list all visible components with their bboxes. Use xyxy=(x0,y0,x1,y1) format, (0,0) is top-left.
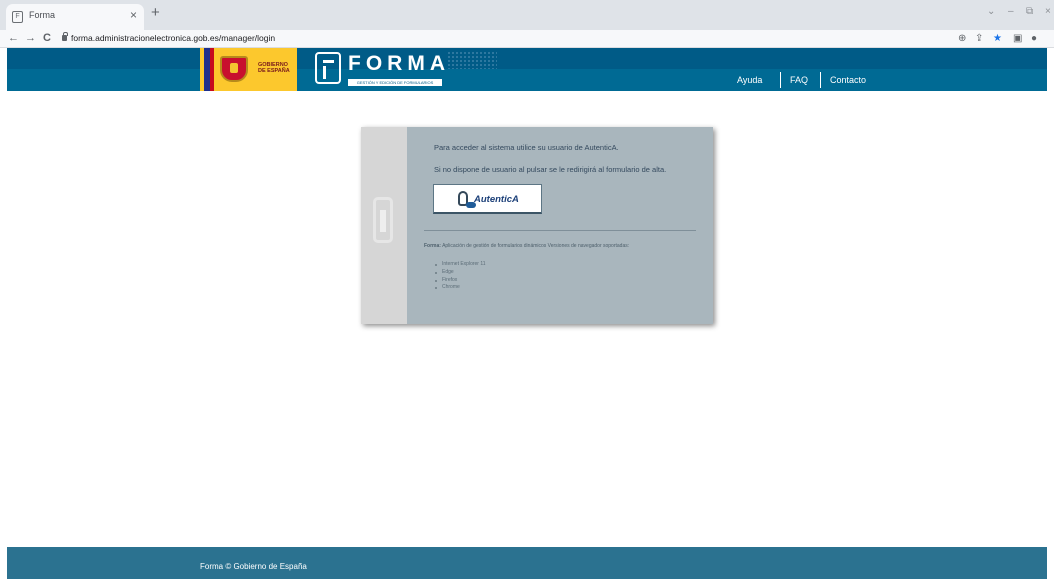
app-info-name: Forma: xyxy=(424,243,441,249)
forma-logo-text: FORMA xyxy=(348,52,450,75)
sidebar-icon[interactable]: ▣ xyxy=(1013,32,1022,45)
address-bar[interactable]: forma.administracionelectronica.gob.es/m… xyxy=(71,33,275,43)
autentica-button-label: AutenticA xyxy=(474,194,519,205)
coat-of-arms-icon xyxy=(220,56,248,82)
spain-flag-icon xyxy=(204,48,214,91)
browser-toolbar: ← → C forma.administracionelectronica.go… xyxy=(0,30,1054,48)
list-item: Chrome xyxy=(435,284,486,292)
close-window-icon[interactable]: × xyxy=(1045,6,1051,17)
gobierno-logo-text: GOBIERNO DE ESPAÑA xyxy=(258,62,290,74)
close-tab-icon[interactable]: × xyxy=(130,8,137,22)
app-info-text: Aplicación de gestión de formularios din… xyxy=(440,243,630,249)
tab-title: Forma xyxy=(29,10,56,20)
star-icon[interactable]: ★ xyxy=(993,32,1002,45)
page: F Forma × + ⌄ – ⧉ × ← → C forma.administ… xyxy=(0,0,1054,579)
back-icon[interactable]: ← xyxy=(8,32,19,45)
forma-logo[interactable]: FORMA GESTIÓN Y EDICIÓN DE FORMULARIOS xyxy=(315,50,445,88)
login-panel: Para acceder al sistema utilice su usuar… xyxy=(361,127,713,324)
list-item: Firefox xyxy=(435,277,486,285)
gobierno-logo[interactable]: GOBIERNO DE ESPAÑA xyxy=(200,48,297,91)
supported-browsers-list: Internet Explorer 11 Edge Firefox Chrome xyxy=(435,261,486,292)
browser-tab-strip: F Forma × + ⌄ – ⧉ × xyxy=(0,0,1054,30)
autentica-hand-icon xyxy=(458,191,476,208)
nav-faq[interactable]: FAQ xyxy=(790,75,808,85)
share-icon[interactable]: ⇪ xyxy=(975,32,983,45)
watermark-emblem-icon xyxy=(373,197,393,243)
minimize-icon[interactable]: – xyxy=(1008,6,1014,17)
browser-tab[interactable]: F Forma × xyxy=(6,4,144,30)
nav-ayuda[interactable]: Ayuda xyxy=(737,75,762,85)
login-instructions: Para acceder al sistema utilice su usuar… xyxy=(434,143,619,152)
decorative-dots xyxy=(447,51,497,69)
forma-logo-subtitle: GESTIÓN Y EDICIÓN DE FORMULARIOS xyxy=(348,79,442,86)
forma-f-icon xyxy=(315,52,341,84)
lock-icon[interactable] xyxy=(62,32,68,41)
tab-search-icon[interactable]: ⌄ xyxy=(987,6,995,17)
new-tab-icon[interactable]: + xyxy=(151,5,160,21)
page-favicon-icon: F xyxy=(12,11,23,23)
forward-icon[interactable]: → xyxy=(25,32,36,45)
list-item: Internet Explorer 11 xyxy=(435,261,486,269)
header-band xyxy=(7,69,1047,91)
site-footer: Forma © Gobierno de España xyxy=(7,547,1047,579)
reload-icon[interactable]: C xyxy=(43,32,51,45)
zoom-icon[interactable]: ⊕ xyxy=(958,32,966,45)
footer-copyright: Forma © Gobierno de España xyxy=(200,562,307,571)
nav-divider xyxy=(780,72,781,88)
nav-contacto[interactable]: Contacto xyxy=(830,75,866,85)
login-side-panel xyxy=(361,127,407,324)
restore-icon[interactable]: ⧉ xyxy=(1026,6,1033,17)
app-info: Forma: Aplicación de gestión de formular… xyxy=(424,243,629,249)
list-item: Edge xyxy=(435,269,486,277)
nav-divider xyxy=(820,72,821,88)
profile-icon[interactable]: ● xyxy=(1031,32,1037,45)
divider xyxy=(424,230,696,231)
site-header: GOBIERNO DE ESPAÑA FORMA GESTIÓN Y EDICI… xyxy=(7,48,1047,91)
autentica-login-button[interactable]: AutenticA xyxy=(433,184,542,214)
login-redirect-note: Si no dispone de usuario al pulsar se le… xyxy=(434,165,667,174)
